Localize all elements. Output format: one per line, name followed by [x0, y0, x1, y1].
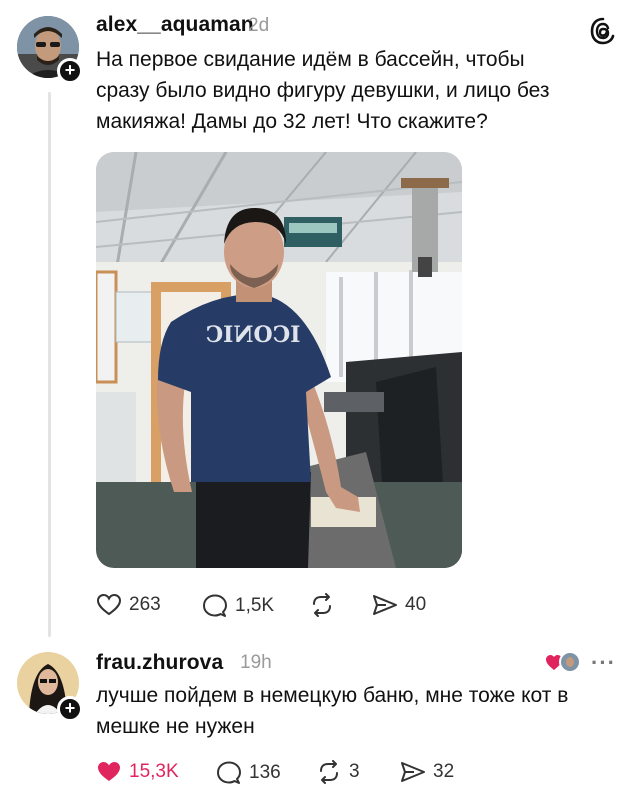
- reply-repost-button[interactable]: 3: [316, 760, 360, 784]
- post-time: 2d: [248, 15, 270, 36]
- heart-icon: [96, 593, 122, 616]
- comment-button[interactable]: 1,5K: [202, 593, 274, 619]
- reply-comment-button[interactable]: 136: [216, 760, 281, 786]
- post-text: На первое свидание идём в бассейн, чтобы…: [96, 48, 550, 133]
- reply-text: лучше пойдем в немецкую баню, мне тоже к…: [96, 684, 569, 738]
- comment-icon: [217, 761, 241, 784]
- comment-icon: [203, 594, 227, 617]
- post-photo[interactable]: ICONIC: [96, 152, 462, 568]
- reply-share-count: 32: [433, 761, 455, 782]
- reply-username[interactable]: frau.zhurova: [96, 651, 223, 675]
- follow-plus-button[interactable]: +: [57, 58, 83, 84]
- like-count: 263: [129, 594, 161, 615]
- repost-button[interactable]: [309, 593, 335, 617]
- post-username[interactable]: alex__aquaman: [96, 13, 254, 37]
- reply-like-count: 15,3K: [129, 761, 179, 782]
- reply-share-button[interactable]: 32: [400, 760, 454, 784]
- send-icon: [401, 762, 425, 782]
- like-button[interactable]: 263: [96, 593, 161, 617]
- heart-filled-icon: [98, 762, 120, 781]
- reply-repost-count: 3: [349, 761, 360, 782]
- reply-like-button[interactable]: 15,3K: [96, 760, 179, 784]
- reply-comment-count: 136: [249, 762, 281, 783]
- comment-count: 1,5K: [235, 595, 275, 616]
- reply-time: 19h: [240, 652, 272, 673]
- threads-logo-icon[interactable]: [588, 16, 618, 51]
- author-liked-badge: [545, 650, 581, 673]
- shirt-text: ICONIC: [206, 322, 301, 348]
- more-options-icon[interactable]: ···: [591, 650, 616, 676]
- follow-plus-button-reply[interactable]: +: [57, 696, 83, 722]
- share-button[interactable]: 40: [372, 593, 426, 617]
- send-icon: [373, 595, 397, 615]
- share-count: 40: [405, 594, 427, 615]
- repost-icon: [320, 760, 338, 784]
- thread-line: [48, 92, 51, 637]
- repost-icon: [313, 593, 331, 617]
